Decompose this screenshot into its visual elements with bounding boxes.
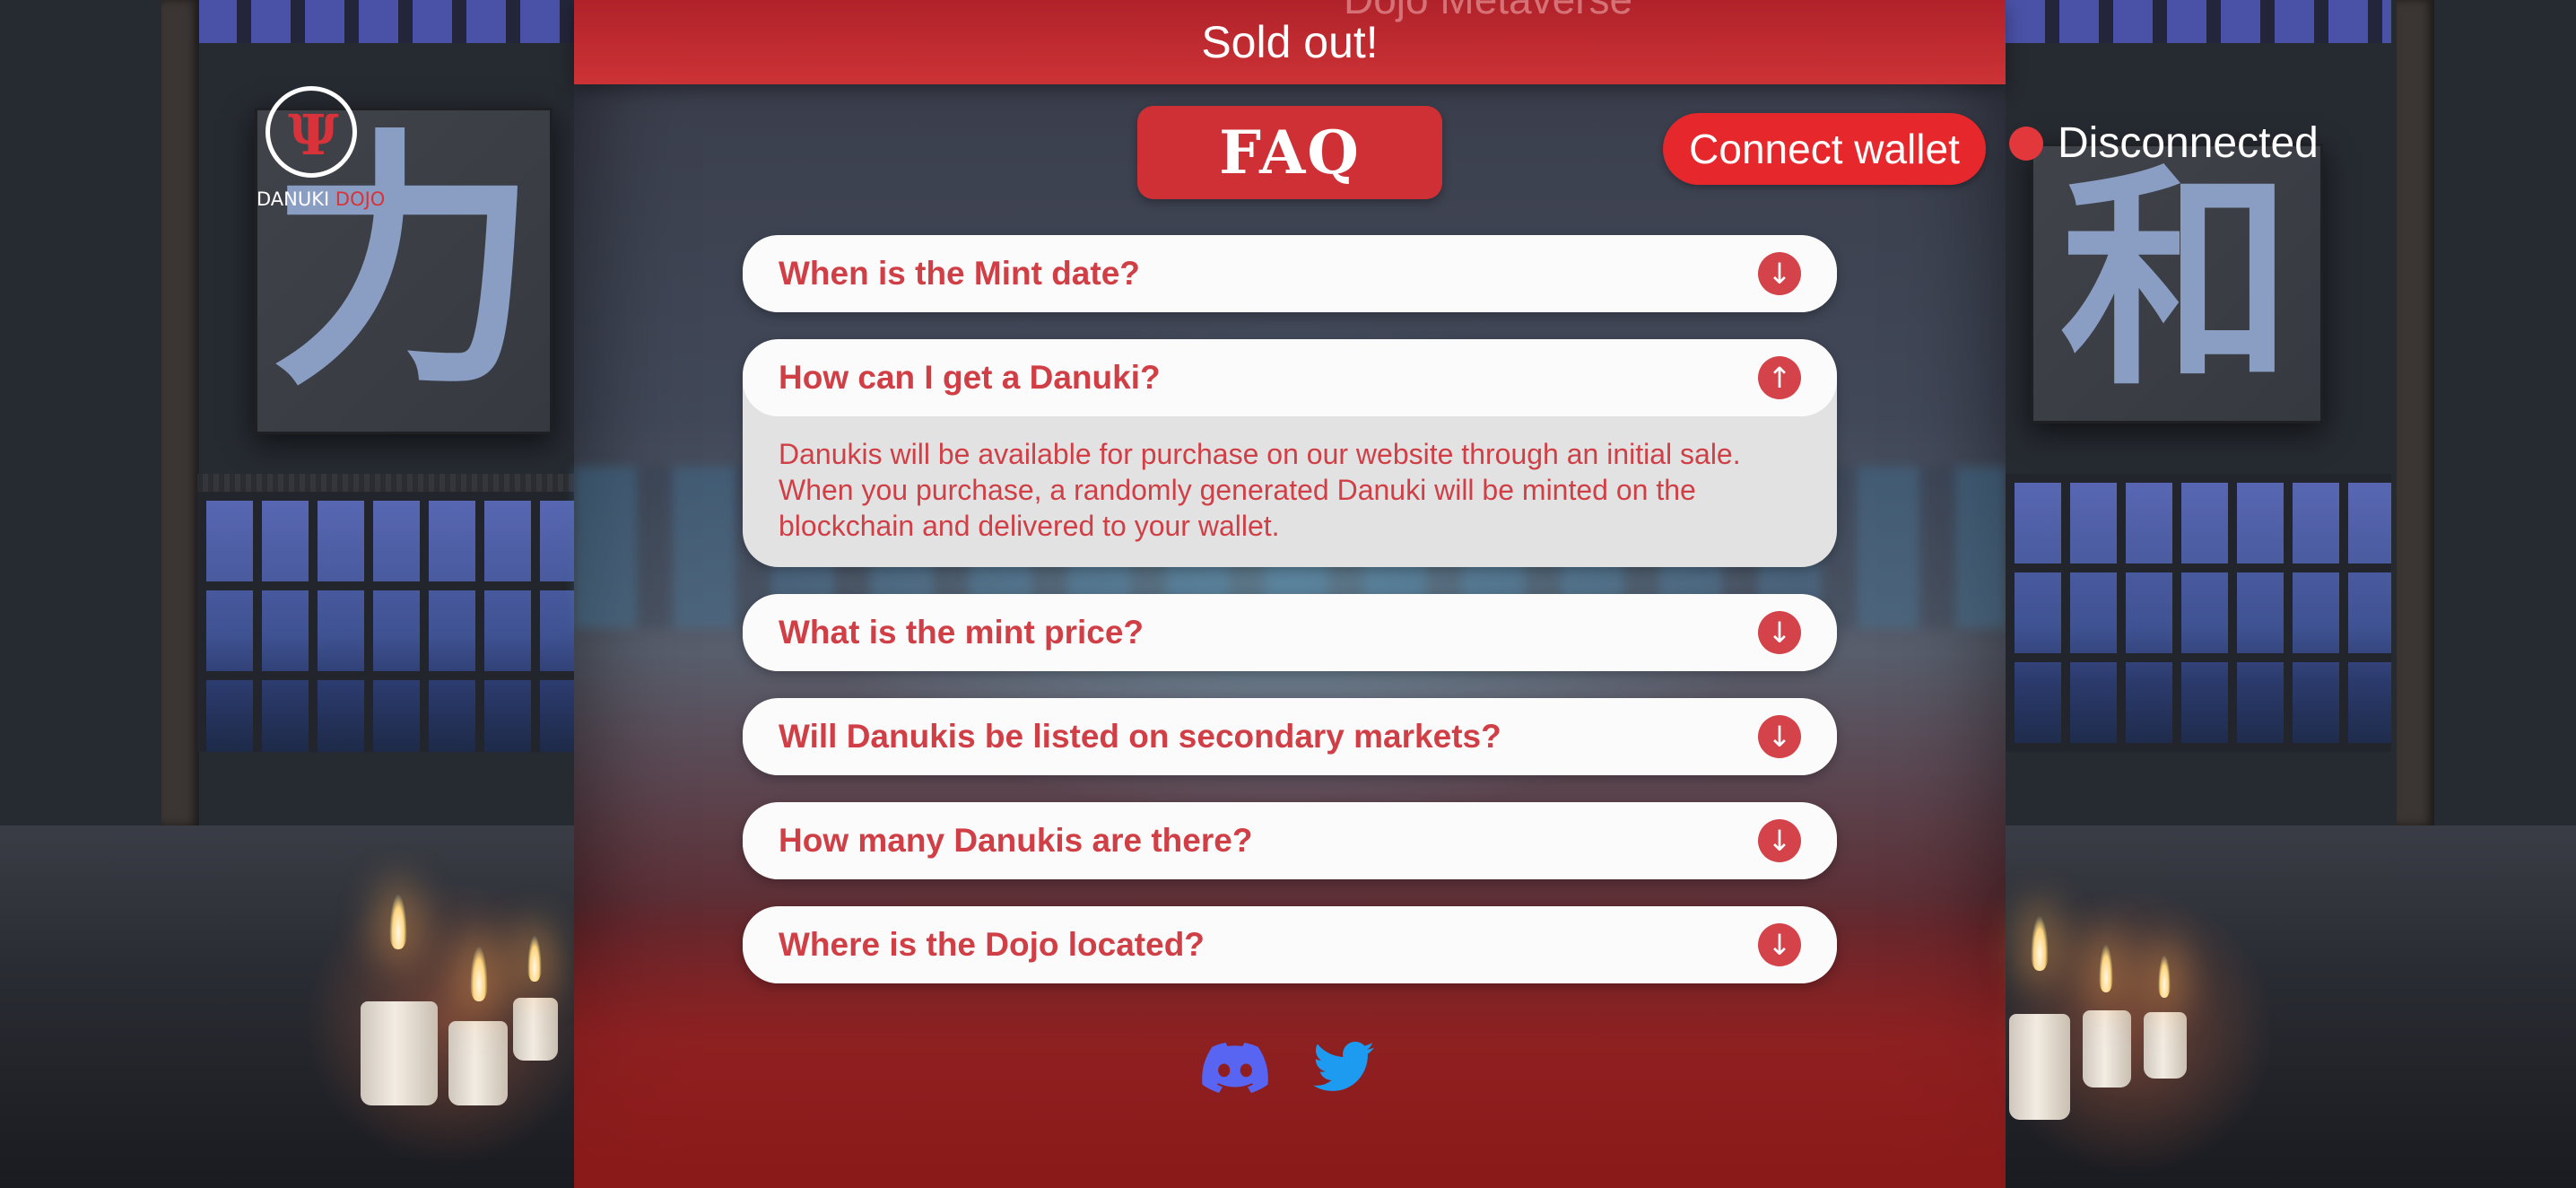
arrow-down-icon[interactable]: ↓ (1758, 611, 1801, 654)
faq-question-header[interactable]: Will Danukis be listed on secondary mark… (743, 698, 1837, 775)
lattice-window-right (2006, 474, 2391, 752)
kanji-scroll-right: 和 (2031, 144, 2323, 424)
logo-wordmark: DANUKI DOJO (257, 188, 385, 210)
logo-name-right: DOJO (335, 188, 386, 210)
candle (361, 1001, 438, 1105)
arrow-down-icon[interactable]: ↓ (1758, 715, 1801, 758)
arrow-down-icon[interactable]: ↓ (1758, 923, 1801, 966)
pillar-left (161, 0, 199, 825)
upper-window-right (2006, 0, 2391, 43)
curtain-left (197, 474, 574, 492)
faq-question-header[interactable]: How many Danukis are there? ↓ (743, 802, 1837, 879)
logo-name-left: DANUKI (257, 188, 330, 210)
candle (513, 998, 558, 1061)
logo-mark-icon: Ψ (288, 102, 339, 168)
faq-answer: Danukis will be available for purchase o… (779, 438, 1741, 542)
lattice-window-left (197, 492, 574, 752)
candle (2009, 1014, 2070, 1120)
pillar-right (2397, 0, 2434, 825)
danuki-dojo-logo[interactable]: Ψ DANUKI DOJO (257, 83, 385, 215)
faq-item: Will Danukis be listed on secondary mark… (743, 698, 1837, 775)
connect-wallet-button[interactable]: Connect wallet (1663, 113, 1986, 185)
sold-out-banner: Dojo Metaverse Sold out! (574, 0, 2006, 84)
faq-question-header[interactable]: Where is the Dojo located? ↓ (743, 906, 1837, 983)
faq-item: Where is the Dojo located? ↓ (743, 906, 1837, 983)
faq-question-header[interactable]: What is the mint price? ↓ (743, 594, 1837, 671)
wallet-status: Disconnected (2009, 118, 2319, 168)
arrow-up-icon[interactable]: ↑ (1758, 356, 1801, 399)
faq-question: When is the Mint date? (779, 255, 1140, 292)
faq-question: Where is the Dojo located? (779, 926, 1205, 963)
faq-question: What is the mint price? (779, 614, 1144, 651)
candle (448, 1021, 508, 1105)
discord-icon[interactable] (1202, 1043, 1268, 1093)
status-dot-icon (2009, 126, 2043, 161)
faq-question: Will Danukis be listed on secondary mark… (779, 718, 1501, 755)
candle (2144, 1012, 2187, 1079)
faq-item-expanded: How can I get a Danuki? ↑ Danukis will b… (743, 339, 1837, 567)
upper-window-left (197, 0, 574, 43)
faq-item: How many Danukis are there? ↓ (743, 802, 1837, 879)
faq-question-header[interactable]: How can I get a Danuki? ↑ (743, 339, 1837, 416)
arrow-down-icon[interactable]: ↓ (1758, 252, 1801, 295)
candle (2083, 1010, 2131, 1088)
status-label: Disconnected (2058, 119, 2319, 167)
faq-question-header[interactable]: When is the Mint date? ↓ (743, 235, 1837, 312)
faq-item: When is the Mint date? ↓ (743, 235, 1837, 312)
banner-title: Sold out! (1201, 17, 1379, 67)
faq-question: How can I get a Danuki? (779, 359, 1161, 396)
kanji-right: 和 (2060, 144, 2293, 417)
right-wall: 和 (1988, 0, 2576, 1188)
faq-item: What is the mint price? ↓ (743, 594, 1837, 671)
faq-button[interactable]: FAQ (1137, 106, 1442, 199)
faq-accordion: When is the Mint date? ↓ How can I get a… (743, 235, 1837, 1010)
faq-question: How many Danukis are there? (779, 822, 1253, 859)
twitter-icon[interactable] (1313, 1041, 1374, 1093)
arrow-down-icon[interactable]: ↓ (1758, 819, 1801, 862)
